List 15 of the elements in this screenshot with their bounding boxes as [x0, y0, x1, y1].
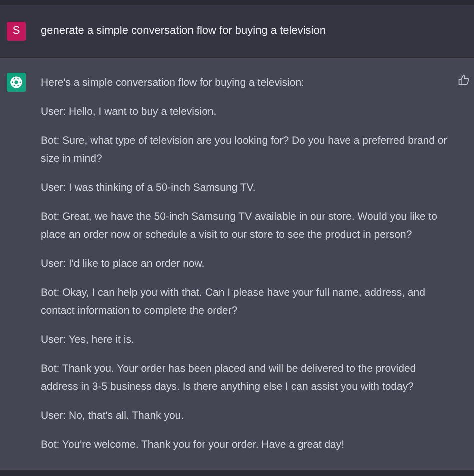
response-paragraph: Here's a simple conversation flow for buying a television: [41, 76, 306, 91]
response-paragraph: Bot: Great, we have the 50-inch Samsung TV available in our store. Would you like to place an order now or schedule a visit to our store to see the product in person? [41, 210, 438, 243]
response-paragraph: User: No, that's all. Thank you. [41, 409, 186, 424]
response-paragraph: User: Hello, I want to buy a television. [41, 105, 218, 120]
response-paragraph: Bot: Thank you. Your order has been placed and will be delivered to the provided address in 3-5 business days. Is there anything else I can assist you with today? [41, 362, 418, 395]
response-paragraph: User: I'd like to place an order now. [41, 257, 206, 272]
response-paragraph: User: I was thinking of a 50-inch Samsung TV. [41, 181, 257, 196]
response-paragraph: User: Yes, here it is. [41, 333, 136, 348]
thumbs-up-icon[interactable] [458, 74, 470, 86]
user-avatar: S [7, 22, 26, 40]
assistant-logo-icon [7, 73, 26, 92]
prompt-text: generate a simple conversation flow for buying a television [41, 25, 327, 37]
response-paragraph: Bot: You're welcome. Thank you for your order. Have a great day! [41, 438, 346, 453]
response-paragraph: Bot: Sure, what type of television are you looking for? Do you have a preferred brand or size in mind? [41, 134, 448, 167]
response-paragraph: Bot: Okay, I can help you with that. Can I please have your full name, address, and contact information to complete the order? [41, 286, 426, 319]
